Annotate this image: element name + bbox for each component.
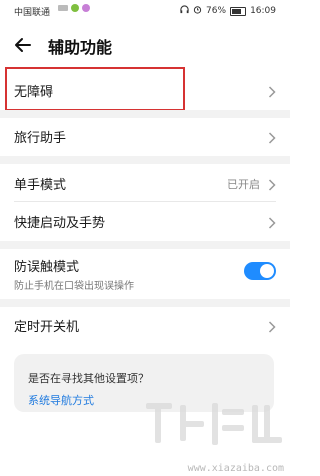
toggle-knob bbox=[260, 264, 274, 278]
chevron-right-icon bbox=[268, 214, 276, 229]
chevron-right-icon bbox=[268, 318, 276, 333]
settings-item-value: 已开启 bbox=[227, 178, 260, 191]
highlight-box bbox=[5, 67, 185, 111]
system-navigation-link[interactable]: 系统导航方式 bbox=[28, 392, 94, 408]
settings-item-description: 防止手机在口袋出现误操作 bbox=[14, 281, 134, 292]
chevron-right-icon bbox=[268, 129, 276, 144]
status-right: 76% 16:09 bbox=[180, 5, 276, 17]
settings-item-label: 防误触模式 bbox=[14, 260, 80, 275]
chevron-right-icon bbox=[268, 83, 276, 98]
settings-item-mistouch[interactable]: 防误触模式 防止手机在口袋出现误操作 bbox=[0, 247, 290, 297]
alarm-icon bbox=[193, 5, 202, 17]
notification-icons bbox=[58, 4, 90, 12]
settings-item-label: 定时开关机 bbox=[14, 320, 80, 335]
battery-percent: 76% bbox=[206, 6, 227, 16]
headphone-icon bbox=[180, 5, 189, 17]
settings-item-one-hand-mode[interactable]: 单手模式 已开启 bbox=[0, 163, 290, 201]
settings-item-label: 旅行助手 bbox=[14, 131, 67, 146]
watermark-logo: www.xiazaiba.com bbox=[140, 395, 290, 476]
app-header: 辅助功能 bbox=[0, 28, 290, 64]
mistouch-toggle[interactable] bbox=[244, 262, 276, 280]
settings-item-label: 单手模式 bbox=[14, 178, 67, 193]
settings-item-quick-launch[interactable]: 快捷启动及手势 bbox=[0, 201, 290, 239]
watermark-url: www.xiazaiba.com bbox=[187, 463, 284, 474]
battery-icon bbox=[230, 6, 247, 16]
status-bar: 中国联通 76% 16:09 bbox=[0, 0, 290, 20]
settings-item-travel-assistant[interactable]: 旅行助手 bbox=[0, 116, 290, 154]
page-title: 辅助功能 bbox=[48, 38, 113, 57]
notification-app-icon-2 bbox=[82, 4, 90, 12]
back-arrow-icon[interactable] bbox=[12, 34, 34, 56]
clock: 16:09 bbox=[250, 6, 276, 16]
notification-app-icon bbox=[71, 4, 79, 12]
suggestion-question: 是否在寻找其他设置项？ bbox=[28, 372, 149, 385]
settings-item-label: 快捷启动及手势 bbox=[14, 216, 106, 231]
signal-icon bbox=[58, 5, 68, 11]
chevron-right-icon bbox=[268, 176, 276, 191]
carrier-label: 中国联通 bbox=[14, 8, 51, 18]
settings-item-scheduled-power[interactable]: 定时开关机 bbox=[0, 305, 290, 343]
